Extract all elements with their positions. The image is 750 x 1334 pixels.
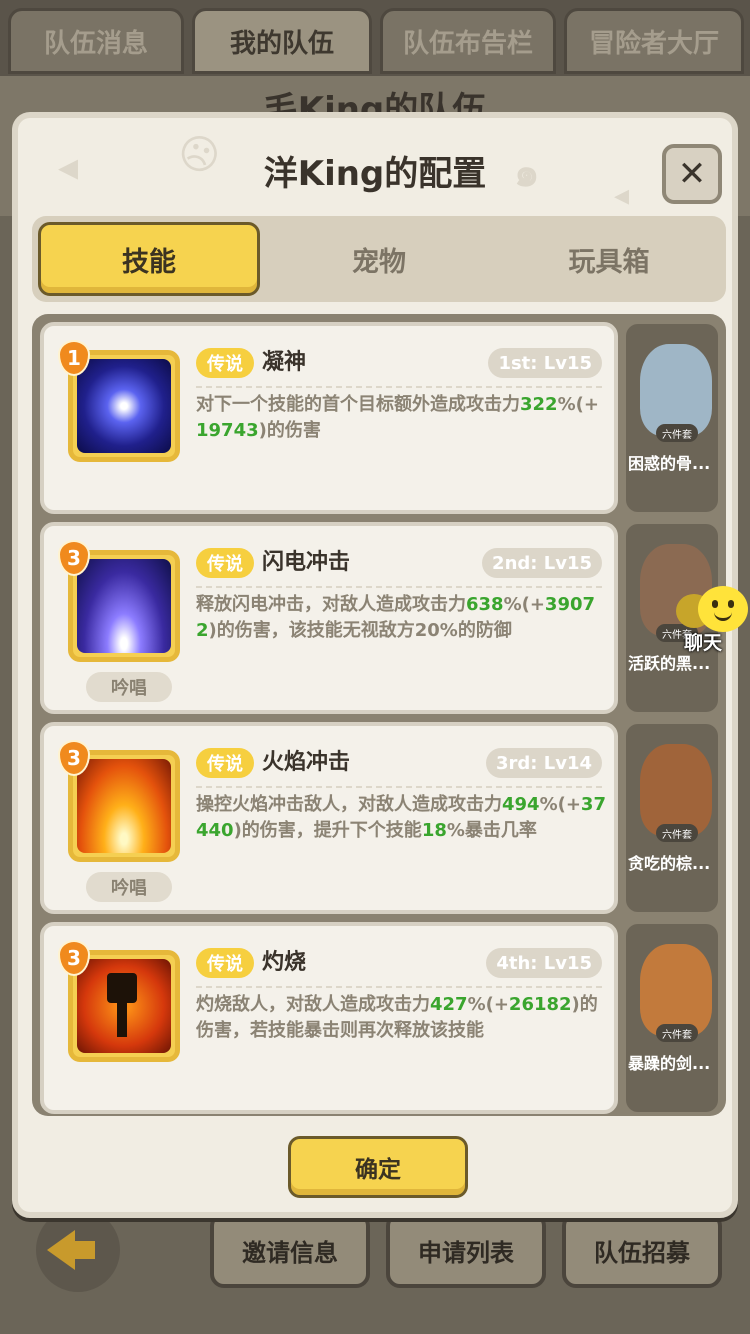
desc-text: %暴击几率: [446, 820, 537, 841]
chant-tag: 吟唱: [86, 672, 172, 702]
desc-value: 19743: [196, 420, 259, 441]
skill-name: 凝神: [262, 350, 307, 375]
tab-team-messages[interactable]: 队伍消息: [8, 8, 184, 74]
chant-tag: 吟唱: [86, 872, 172, 902]
skill-description: 释放闪电冲击，对敌人造成攻击力638%(+39072)的伤害，该技能无视敌方20…: [196, 592, 606, 644]
application-list-button[interactable]: 申请列表: [386, 1212, 546, 1288]
rarity-tag: 传说: [196, 948, 254, 978]
tab-my-team[interactable]: 我的队伍: [192, 8, 372, 74]
desc-text: 对下一个技能的首个目标额外造成攻击力: [196, 394, 520, 415]
skill-slot-level: 1st: Lv15: [488, 348, 602, 378]
desc-text: 灼烧敌人，对敌人造成攻击力: [196, 994, 430, 1015]
desc-value: 18: [421, 820, 447, 841]
desc-text: 释放闪电冲击，对敌人造成攻击力: [196, 594, 466, 615]
tab-toybox[interactable]: 玩具箱: [498, 222, 720, 296]
top-tab-bar: 队伍消息 我的队伍 队伍布告栏 冒险者大厅: [0, 0, 750, 80]
rarity-tag: 传说: [196, 548, 254, 578]
pet-name: 贪吃的棕...: [628, 854, 711, 873]
skill-name: 闪电冲击: [262, 550, 351, 575]
pet-set-badge: 六件套: [656, 424, 698, 442]
pet-name: 困惑的骨...: [628, 454, 711, 473]
desc-text: )的伤害，该技能无视敌方20%的防御: [208, 620, 512, 641]
desc-text: 操控火焰冲击敌人，对敌人造成攻击力: [196, 794, 502, 815]
desc-value: 26182: [508, 994, 572, 1015]
tab-adventurer-hall[interactable]: 冒险者大厅: [564, 8, 744, 74]
desc-text: )的伤害: [258, 420, 321, 441]
close-icon: ✕: [677, 154, 707, 194]
desc-value: 494: [502, 794, 540, 815]
pet-set-badge: 六件套: [656, 1024, 698, 1042]
pet-avatar: [640, 344, 712, 436]
skill-card[interactable]: 3 吟唱 传说 火焰冲击 3rd: Lv14 操控火焰冲击敌人，对敌人造成攻击力…: [40, 722, 618, 914]
pet-card[interactable]: 六件套 困惑的骨...: [626, 324, 718, 512]
skill-name: 灼烧: [262, 950, 307, 975]
desc-value: 638: [466, 594, 504, 615]
skill-slot-level: 3rd: Lv14: [485, 748, 602, 778]
back-arrow-icon: [47, 1230, 75, 1270]
rarity-tag: 传说: [196, 748, 254, 778]
desc-value: 427: [430, 994, 468, 1015]
skill-list[interactable]: 1 传说 凝神 1st: Lv15 对下一个技能的首个目标额外造成攻击力322%…: [32, 314, 726, 1116]
modal-title: 洋King的配置: [263, 154, 487, 194]
config-tab-bar: 技能 宠物 玩具箱: [32, 216, 726, 302]
chat-button[interactable]: 聊天: [676, 586, 750, 654]
skill-card[interactable]: 3 吟唱 传说 闪电冲击 2nd: Lv15 释放闪电冲击，对敌人造成攻击力63…: [40, 522, 618, 714]
skill-card[interactable]: 3 传说 灼烧 4th: Lv15 灼烧敌人，对敌人造成攻击力427%(+261…: [40, 922, 618, 1114]
smiley-chat-icon: [698, 586, 748, 632]
rarity-tag: 传说: [196, 348, 254, 378]
skill-description: 操控火焰冲击敌人，对敌人造成攻击力494%(+37440)的伤害，提升下个技能1…: [196, 792, 606, 844]
pet-card[interactable]: 六件套 贪吃的棕...: [626, 724, 718, 912]
team-recruit-button[interactable]: 队伍招募: [562, 1212, 722, 1288]
skill-card[interactable]: 1 传说 凝神 1st: Lv15 对下一个技能的首个目标额外造成攻击力322%…: [40, 322, 618, 514]
back-button[interactable]: [36, 1208, 120, 1292]
skill-name: 火焰冲击: [262, 750, 351, 775]
tab-team-bulletin[interactable]: 队伍布告栏: [380, 8, 556, 74]
invite-info-button[interactable]: 邀请信息: [210, 1212, 370, 1288]
desc-text: %(+: [467, 994, 509, 1015]
chat-label: 聊天: [684, 632, 723, 654]
tab-skills[interactable]: 技能: [38, 222, 260, 296]
pet-set-badge: 六件套: [656, 824, 698, 842]
pet-avatar: [640, 744, 712, 836]
skill-slot-level: 2nd: Lv15: [482, 548, 602, 578]
desc-value: 322: [520, 394, 558, 415]
pet-avatar: [640, 944, 712, 1036]
desc-text: %(+: [539, 794, 581, 815]
skill-slot-level: 4th: Lv15: [486, 948, 602, 978]
pet-name: 暴躁的剑...: [628, 1054, 711, 1073]
desc-text: %(+: [503, 594, 545, 615]
tab-pets[interactable]: 宠物: [268, 222, 490, 296]
desc-text: %(+: [557, 394, 599, 415]
skill-description: 灼烧敌人，对敌人造成攻击力427%(+26182)的伤害，若技能暴击则再次释放该…: [196, 992, 606, 1044]
confirm-button[interactable]: 确定: [288, 1136, 468, 1198]
desc-text: )的伤害，提升下个技能: [233, 820, 422, 841]
config-modal: ◂ ☹ ๑ ◂ 洋King的配置 ✕ 技能 宠物 玩具箱 1 传说 凝神 1st…: [12, 112, 738, 1218]
skill-description: 对下一个技能的首个目标额外造成攻击力322%(+ 19743)的伤害: [196, 392, 606, 444]
close-button[interactable]: ✕: [662, 144, 722, 204]
pet-card[interactable]: 六件套 暴躁的剑...: [626, 924, 718, 1112]
